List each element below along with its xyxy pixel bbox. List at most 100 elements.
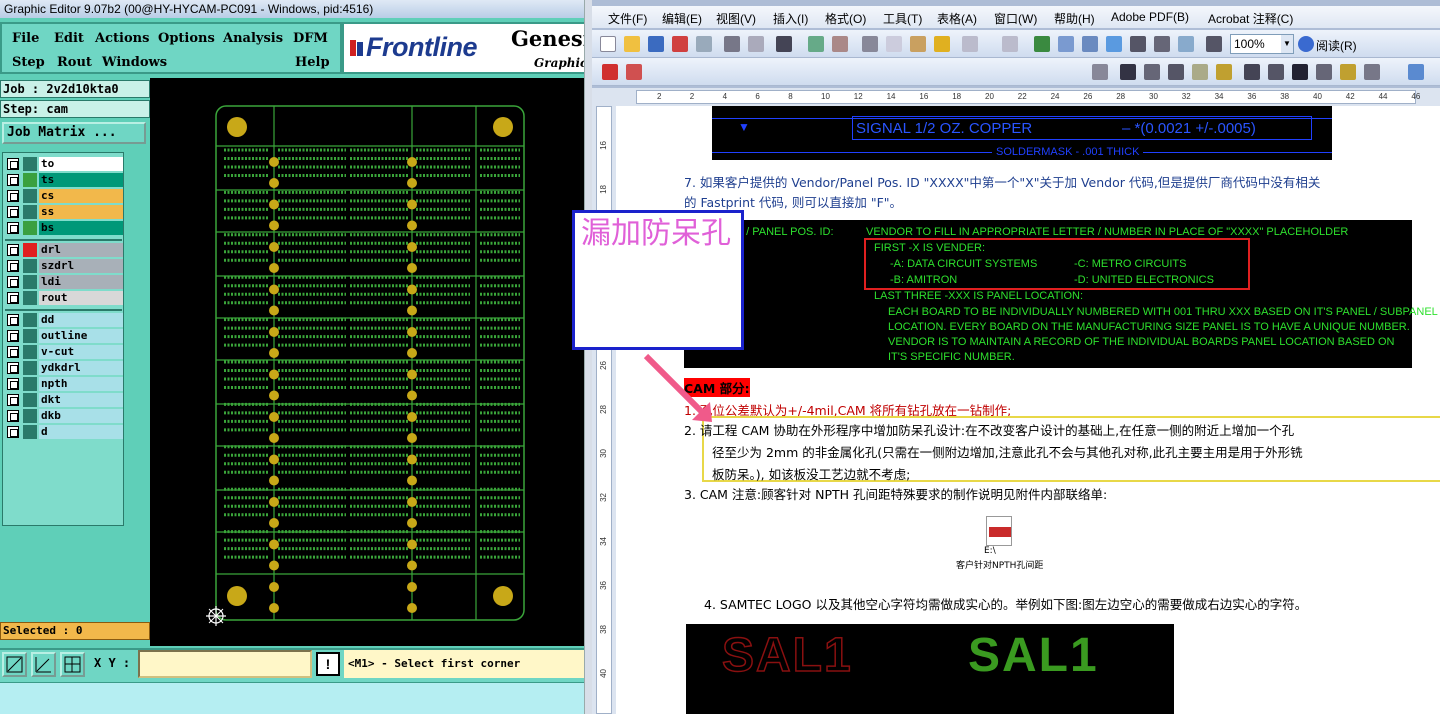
layer-checkbox[interactable] (7, 378, 19, 390)
tables-borders-icon[interactable] (1058, 36, 1074, 52)
layer-row-v-cut[interactable]: v-cut (5, 345, 123, 359)
layer-name[interactable]: v-cut (39, 345, 123, 359)
layer-name[interactable]: szdrl (39, 259, 123, 273)
layer-checkbox[interactable] (7, 222, 19, 234)
step-field[interactable]: Step: cam (0, 100, 150, 118)
drawing-icon[interactable] (1154, 36, 1170, 52)
menu-format-cn[interactable]: 格式(O) (825, 10, 866, 27)
layer-color-swatch[interactable] (23, 313, 37, 327)
layer-checkbox[interactable] (7, 174, 19, 186)
menu-dfm[interactable]: DFM (293, 31, 328, 46)
layer-name[interactable]: bs (39, 221, 123, 235)
layer-name[interactable]: outline (39, 329, 123, 343)
redo-icon[interactable] (1002, 36, 1018, 52)
layer-checkbox[interactable] (7, 190, 19, 202)
layer-name[interactable]: ldi (39, 275, 123, 289)
layer-name[interactable]: npth (39, 377, 123, 391)
help-icon[interactable] (1298, 36, 1314, 52)
layer-checkbox[interactable] (7, 314, 19, 326)
measure-tool-icon[interactable] (31, 652, 56, 677)
layer-color-swatch[interactable] (23, 259, 37, 273)
new-doc-icon[interactable] (600, 36, 616, 52)
menu-analysis[interactable]: Analysis (223, 31, 283, 46)
layer-row-ts[interactable]: ts (5, 173, 123, 187)
layer-row-dkb[interactable]: dkb (5, 409, 123, 423)
research-icon[interactable] (832, 36, 848, 52)
layer-row-ydkdrl[interactable]: ydkdrl (5, 361, 123, 375)
layer-name[interactable]: to (39, 157, 123, 171)
layer-name[interactable]: ss (39, 205, 123, 219)
color-icon[interactable] (1120, 64, 1136, 80)
save-icon[interactable] (648, 36, 664, 52)
reset-picture-icon[interactable] (1364, 64, 1380, 80)
insert-table-icon[interactable] (1082, 36, 1098, 52)
layer-row-npth[interactable]: npth (5, 377, 123, 391)
pcb-canvas[interactable] (150, 78, 584, 646)
layer-name[interactable]: drl (39, 243, 123, 257)
document-map-icon[interactable] (1178, 36, 1194, 52)
layer-name[interactable]: dd (39, 313, 123, 327)
layer-name[interactable]: d (39, 425, 123, 439)
brightness-icon[interactable] (1168, 64, 1184, 80)
job-matrix-button[interactable]: Job Matrix ... (2, 122, 146, 144)
insert-excel-icon[interactable] (1106, 36, 1122, 52)
layer-color-swatch[interactable] (23, 393, 37, 407)
undo-icon[interactable] (962, 36, 978, 52)
paste-icon[interactable] (910, 36, 926, 52)
cut-icon[interactable] (862, 36, 878, 52)
menu-file[interactable]: File (12, 31, 39, 46)
layer-color-swatch[interactable] (23, 361, 37, 375)
menu-tools-cn[interactable]: 工具(T) (883, 10, 922, 27)
traditional-chinese-icon[interactable] (776, 36, 792, 52)
show-hide-icon[interactable] (1206, 36, 1222, 52)
chevron-down-icon[interactable]: ▼ (1281, 35, 1293, 53)
layer-checkbox[interactable] (7, 244, 19, 256)
menu-table-cn[interactable]: 表格(A) (937, 10, 977, 27)
pdf-email-icon[interactable] (626, 64, 642, 80)
layer-checkbox[interactable] (7, 276, 19, 288)
layer-color-swatch[interactable] (23, 205, 37, 219)
layer-color-swatch[interactable] (23, 377, 37, 391)
layer-row-ldi[interactable]: ldi (5, 275, 123, 289)
line-style-icon[interactable] (1244, 64, 1260, 80)
toolbar-options-icon[interactable] (1408, 64, 1424, 80)
layer-row-dd[interactable]: dd (5, 313, 123, 327)
layer-name[interactable]: rout (39, 291, 123, 305)
layer-checkbox[interactable] (7, 260, 19, 272)
layer-name[interactable]: ts (39, 173, 123, 187)
menu-adobe-pdf[interactable]: Adobe PDF(B) (1111, 10, 1189, 24)
zoom-tool-icon[interactable] (2, 652, 27, 677)
compress-icon[interactable] (1268, 64, 1284, 80)
crop-icon[interactable] (1192, 64, 1208, 80)
layer-color-swatch[interactable] (23, 291, 37, 305)
copy-icon[interactable] (886, 36, 902, 52)
layer-row-outline[interactable]: outline (5, 329, 123, 343)
print-preview-icon[interactable] (748, 36, 764, 52)
menu-insert-cn[interactable]: 插入(I) (773, 10, 808, 27)
layer-checkbox[interactable] (7, 362, 19, 374)
layer-row-rout[interactable]: rout (5, 291, 123, 305)
menu-rout[interactable]: Rout (57, 55, 92, 70)
menu-actions[interactable]: Actions (95, 31, 149, 46)
layer-color-swatch[interactable] (23, 275, 37, 289)
layer-checkbox[interactable] (7, 158, 19, 170)
layer-name[interactable]: cs (39, 189, 123, 203)
layer-color-swatch[interactable] (23, 409, 37, 423)
layer-row-szdrl[interactable]: szdrl (5, 259, 123, 273)
snap-grid-icon[interactable] (60, 652, 85, 677)
set-transparent-icon[interactable] (1340, 64, 1356, 80)
menu-acrobat-comment[interactable]: Acrobat 注释(C) (1208, 10, 1293, 27)
hyperlink-icon[interactable] (1034, 36, 1050, 52)
layer-checkbox[interactable] (7, 394, 19, 406)
layer-color-swatch[interactable] (23, 243, 37, 257)
alert-icon[interactable]: ! (316, 652, 340, 676)
layer-row-dkt[interactable]: dkt (5, 393, 123, 407)
vertical-ruler[interactable]: 16182022242628303234363840 (592, 106, 616, 714)
pdf-attachment-icon[interactable] (986, 516, 1012, 546)
layer-checkbox[interactable] (7, 206, 19, 218)
layer-color-swatch[interactable] (23, 221, 37, 235)
layer-color-swatch[interactable] (23, 157, 37, 171)
layer-row-cs[interactable]: cs (5, 189, 123, 203)
layer-color-swatch[interactable] (23, 189, 37, 203)
attachment-name[interactable]: 客户针对NPTH孔间距 (956, 558, 1043, 571)
